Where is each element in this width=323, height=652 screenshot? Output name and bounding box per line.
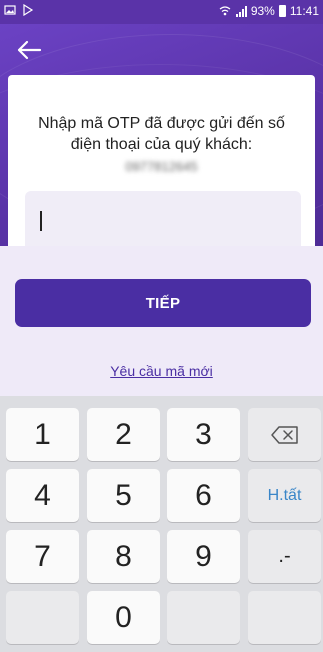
key-3[interactable]: 3: [167, 408, 240, 461]
blank-key[interactable]: [6, 591, 79, 644]
otp-instruction: Nhập mã OTP đã được gửi đến số điện thoạ…: [8, 113, 315, 155]
next-button[interactable]: TIẾP: [15, 279, 311, 327]
done-key[interactable]: H.tất: [248, 469, 321, 522]
play-icon: [23, 4, 34, 16]
numeric-keyboard: 1 2 3 4 5 6 H.tất 7 8 9 .- 0: [0, 396, 323, 652]
blank-key[interactable]: [248, 591, 321, 644]
key-2[interactable]: 2: [87, 408, 160, 461]
backspace-icon: [270, 425, 298, 444]
key-1[interactable]: 1: [6, 408, 79, 461]
wifi-icon: [219, 6, 231, 16]
otp-input[interactable]: [25, 191, 301, 247]
key-4[interactable]: 4: [6, 469, 79, 522]
key-8[interactable]: 8: [87, 530, 160, 583]
key-0[interactable]: 0: [87, 591, 160, 644]
instruction-line-1: Nhập mã OTP đã được gửi đến số: [38, 115, 285, 132]
action-area: TIẾP Yêu cầu mã mới: [0, 246, 323, 396]
clock: 11:41: [289, 4, 319, 18]
backspace-key[interactable]: [248, 408, 321, 461]
blank-key[interactable]: [167, 591, 240, 644]
key-9[interactable]: 9: [167, 530, 240, 583]
text-cursor: [40, 211, 42, 231]
key-6[interactable]: 6: [167, 469, 240, 522]
back-arrow-icon[interactable]: [14, 38, 44, 62]
battery-percent: 93%: [250, 4, 275, 18]
signal-icon: [235, 6, 247, 17]
masked-phone-number: 0977812645: [125, 159, 198, 174]
key-7[interactable]: 7: [6, 530, 79, 583]
battery-icon: [278, 5, 286, 17]
instruction-line-2: điện thoại của quý khách:: [70, 136, 253, 153]
resend-code-link[interactable]: Yêu cầu mã mới: [0, 363, 323, 379]
dot-dash-key[interactable]: .-: [248, 530, 321, 583]
gallery-icon: [4, 5, 16, 15]
otp-card: Nhập mã OTP đã được gửi đến số điện thoạ…: [8, 75, 315, 247]
key-5[interactable]: 5: [87, 469, 160, 522]
status-bar: 93% 11:41: [0, 0, 323, 24]
